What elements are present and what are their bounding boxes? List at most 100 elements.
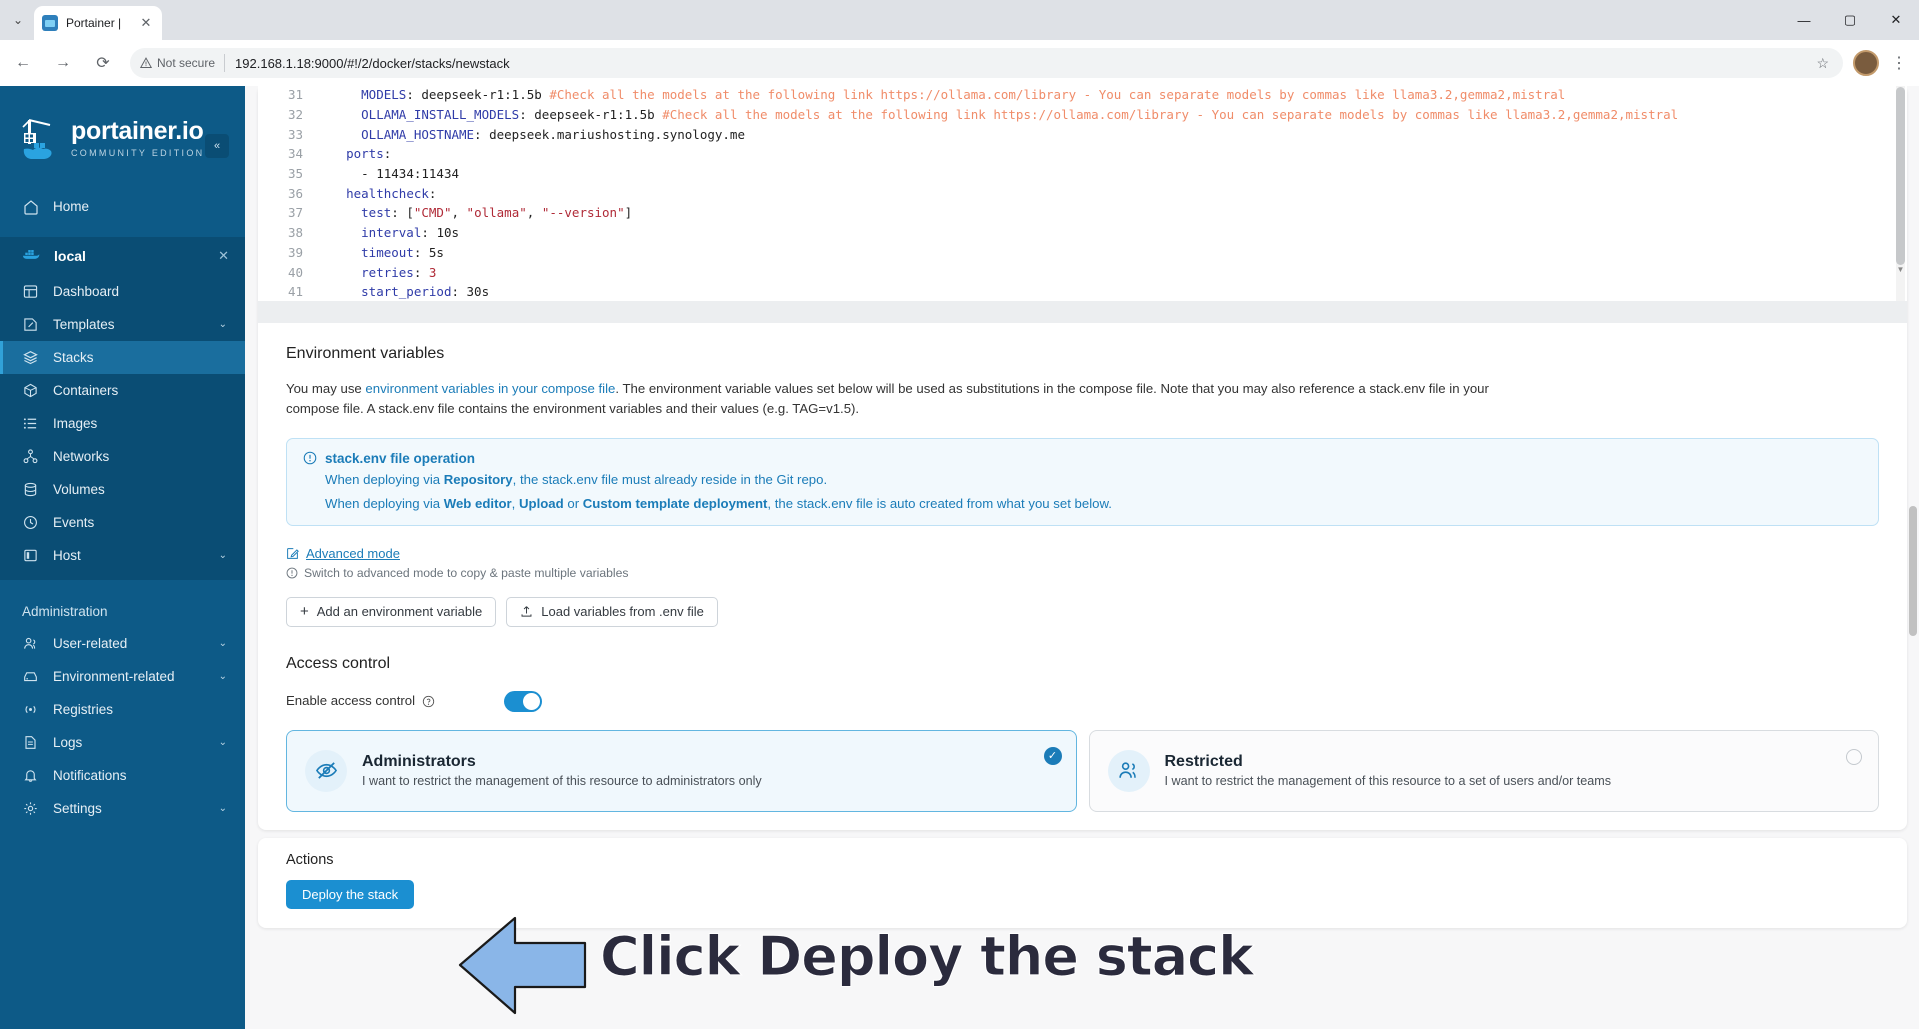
sidebar-item-templates[interactable]: Templates ⌄ bbox=[0, 308, 245, 341]
infobox-line-2: When deploying via Web editor, Upload or… bbox=[325, 496, 1862, 511]
sidebar-section-administration: Administration bbox=[22, 604, 108, 619]
code-line-content: test: ["CMD", "ollama", "--version"] bbox=[361, 205, 633, 221]
tab-search-chevron-icon[interactable]: ⌄ bbox=[6, 8, 30, 32]
infobox-title: stack.env file operation bbox=[325, 450, 476, 466]
chevron-down-icon[interactable]: ⌄ bbox=[219, 671, 227, 682]
code-line-content: interval: 10s bbox=[361, 225, 460, 241]
l2b: Web editor bbox=[443, 495, 512, 511]
code-line-number: 37 bbox=[287, 205, 303, 221]
env-var-buttons: + Add an environment variable Load varia… bbox=[286, 596, 1879, 627]
acl-card-desc: I want to restrict the management of thi… bbox=[362, 774, 762, 789]
sidebar-item-notifications[interactable]: Notifications bbox=[0, 759, 245, 792]
code-line: 33 OLLAMA_HOSTNAME: deepseek.mariushosti… bbox=[258, 124, 1907, 144]
editor-scrollbar-thumb[interactable] bbox=[1896, 87, 1905, 265]
sidebar-item-networks[interactable]: Networks bbox=[0, 440, 245, 473]
deploy-the-stack-button[interactable]: Deploy the stack bbox=[286, 880, 415, 909]
sidebar-item-registries[interactable]: Registries bbox=[0, 693, 245, 726]
chevron-down-icon[interactable]: ⌄ bbox=[219, 638, 227, 649]
tab-close-icon[interactable]: ✕ bbox=[138, 15, 154, 31]
sidebar-item-label: Networks bbox=[53, 449, 110, 464]
advanced-mode-link[interactable]: Advanced mode bbox=[286, 546, 1879, 561]
users-icon bbox=[22, 635, 39, 652]
sidebar-item-home[interactable]: Home bbox=[0, 190, 245, 223]
sidebar-item-label: Events bbox=[53, 515, 95, 530]
address-bar[interactable]: Not secure 192.168.1.18:9000/#!/2/docker… bbox=[130, 48, 1843, 78]
browser-menu-icon[interactable]: ⋮ bbox=[1885, 46, 1913, 80]
profile-avatar[interactable] bbox=[1853, 50, 1879, 76]
not-secure-label: Not secure bbox=[157, 56, 216, 70]
code-line: 32 OLLAMA_INSTALL_MODELS: deepseek-r1:1.… bbox=[258, 105, 1907, 125]
code-line-number: 32 bbox=[287, 107, 303, 123]
advanced-mode-label: Advanced mode bbox=[306, 545, 400, 561]
warning-triangle-icon bbox=[140, 57, 152, 68]
code-line: 39 timeout: 5s bbox=[258, 243, 1907, 263]
access-control-toggle[interactable] bbox=[504, 690, 542, 712]
compose-code-editor[interactable]: 31 MODELS: deepseek-r1:1.5b #Check all t… bbox=[258, 86, 1907, 301]
sidebar-item-logs[interactable]: Logs ⌄ bbox=[0, 726, 245, 759]
browser-chrome: ⌄ Portainer | ✕ — ▢ ✕ ← → ⟳ Not secure 1… bbox=[0, 0, 1919, 86]
maximize-button[interactable]: ▢ bbox=[1827, 0, 1873, 40]
sidebar-item-stacks[interactable]: Stacks bbox=[0, 341, 245, 374]
sidebar-item-containers[interactable]: Containers bbox=[0, 374, 245, 407]
sidebar-item-events[interactable]: Events bbox=[0, 506, 245, 539]
code-line: 38 interval: 10s bbox=[258, 223, 1907, 243]
back-icon[interactable]: ← bbox=[6, 46, 40, 80]
add-environment-variable-button[interactable]: + Add an environment variable bbox=[286, 596, 497, 627]
logo-subtitle: COMMUNITY EDITION bbox=[71, 147, 205, 158]
code-line-content: ports: bbox=[346, 146, 392, 162]
chevron-down-icon[interactable]: ⌄ bbox=[219, 319, 227, 330]
bookmark-star-icon[interactable]: ☆ bbox=[1816, 55, 1829, 72]
access-control-toggle-row: Enable access control bbox=[286, 690, 1879, 712]
radio-unselected-icon[interactable] bbox=[1846, 748, 1862, 765]
actions-card: Actions Deploy the stack bbox=[258, 838, 1907, 928]
sidebar-item-environment-related[interactable]: Environment-related ⌄ bbox=[0, 660, 245, 693]
sidebar-item-volumes[interactable]: Volumes bbox=[0, 473, 245, 506]
sidebar-item-label: Stacks bbox=[53, 350, 94, 365]
chevron-down-icon[interactable]: ⌄ bbox=[219, 737, 227, 748]
code-lines: 31 MODELS: deepseek-r1:1.5b #Check all t… bbox=[258, 86, 1907, 301]
chevron-down-icon[interactable]: ⌄ bbox=[219, 803, 227, 814]
infobox-title-row: stack.env file operation bbox=[303, 451, 1862, 466]
code-line-content: start_period: 30s bbox=[361, 284, 490, 300]
acl-card-desc: I want to restrict the management of thi… bbox=[1164, 774, 1612, 789]
sidebar-item-images[interactable]: Images bbox=[0, 407, 245, 440]
templates-icon bbox=[22, 316, 39, 333]
logs-icon bbox=[22, 734, 39, 751]
code-line-number: 35 bbox=[287, 166, 303, 182]
env-section-description: You may use environment variables in you… bbox=[286, 379, 1506, 420]
forward-icon[interactable]: → bbox=[46, 46, 80, 80]
l2g: , the stack.env file is auto created fro… bbox=[767, 495, 1112, 511]
sidebar-item-user-related[interactable]: User-related ⌄ bbox=[0, 627, 245, 660]
editor-scroll-down-icon[interactable]: ▼ bbox=[1896, 265, 1905, 277]
environment-close-icon[interactable]: ✕ bbox=[218, 248, 229, 264]
sidebar-item-label: Host bbox=[53, 548, 81, 563]
code-line-number: 33 bbox=[287, 126, 303, 142]
images-icon bbox=[22, 415, 39, 432]
code-line-number: 41 bbox=[287, 284, 303, 300]
reload-icon[interactable]: ⟳ bbox=[86, 46, 120, 80]
sidebar-item-host[interactable]: Host ⌄ bbox=[0, 539, 245, 572]
code-line-content: - 11434:11434 bbox=[361, 166, 460, 182]
sidebar-item-label: Images bbox=[53, 416, 98, 431]
sidebar-collapse-button[interactable]: « bbox=[205, 134, 229, 158]
registries-icon bbox=[22, 701, 39, 718]
l1c: , the stack.env file must already reside… bbox=[512, 471, 828, 487]
minimize-button[interactable]: — bbox=[1781, 0, 1827, 40]
advanced-mode-hint-label: Switch to advanced mode to copy & paste … bbox=[304, 565, 629, 580]
sidebar-item-settings[interactable]: Settings ⌄ bbox=[0, 792, 245, 825]
sidebar-item-dashboard[interactable]: Dashboard bbox=[0, 275, 245, 308]
access-control-card-restricted[interactable]: Restricted I want to restrict the manage… bbox=[1088, 729, 1879, 812]
window-close-button[interactable]: ✕ bbox=[1873, 0, 1919, 40]
not-secure-indicator[interactable]: Not secure bbox=[140, 54, 226, 72]
access-control-card-administrators[interactable]: Administrators I want to restrict the ma… bbox=[286, 729, 1077, 812]
browser-tab[interactable]: Portainer | ✕ bbox=[34, 6, 162, 40]
code-line: 31 MODELS: deepseek-r1:1.5b #Check all t… bbox=[258, 86, 1907, 105]
page-scrollbar-thumb[interactable] bbox=[1909, 506, 1917, 636]
l2c: , bbox=[511, 495, 519, 511]
l2d: Upload bbox=[519, 495, 564, 511]
chevron-down-icon[interactable]: ⌄ bbox=[219, 550, 227, 561]
load-env-file-button[interactable]: Load variables from .env file bbox=[506, 596, 718, 627]
users-icon bbox=[1107, 749, 1150, 792]
env-vars-doc-link[interactable]: environment variables in your compose fi… bbox=[365, 381, 615, 396]
sidebar-environment-header[interactable]: local ✕ bbox=[0, 237, 245, 275]
